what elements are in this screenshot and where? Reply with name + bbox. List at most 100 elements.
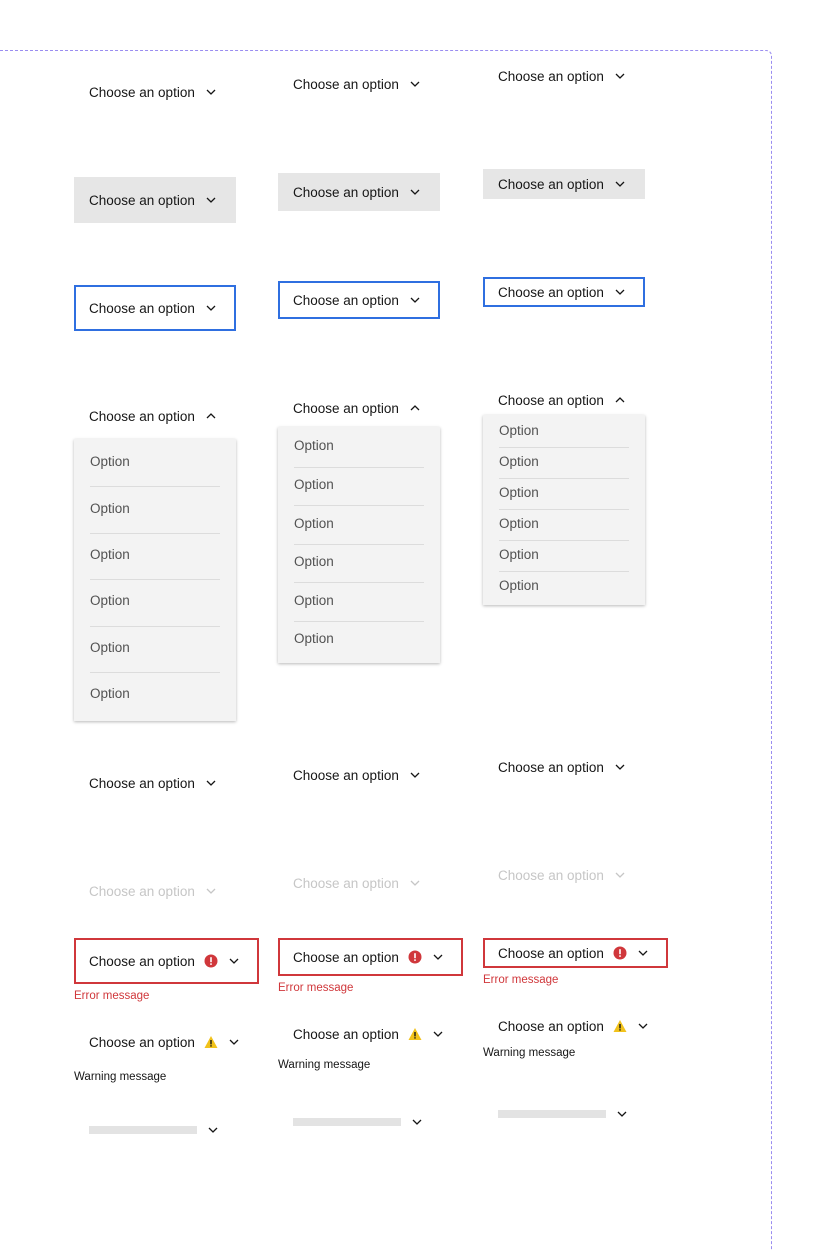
chevron-down-icon: [613, 868, 627, 882]
skeleton-placeholder: [293, 1118, 401, 1126]
option-divider: [90, 579, 220, 581]
option-divider: [499, 478, 629, 479]
skeleton-placeholder: [498, 1110, 606, 1118]
dropdown-label: Choose an option: [293, 76, 399, 92]
dropdown-default-medium[interactable]: Choose an option: [278, 65, 437, 103]
warning-filled-icon: [613, 1019, 627, 1033]
dropdown-option[interactable]: Option: [499, 454, 539, 469]
option-divider: [499, 509, 629, 510]
dropdown-default-small[interactable]: Choose an option: [483, 61, 642, 91]
skeleton-placeholder: [89, 1126, 197, 1134]
error-filled-icon: [204, 954, 218, 968]
dropdown-hover-small[interactable]: Choose an option: [483, 169, 645, 199]
warning-message: Warning message: [483, 1047, 576, 1059]
error-message: Error message: [74, 990, 150, 1002]
dropdown-error-large[interactable]: Choose an option: [74, 938, 259, 984]
dropdown-option[interactable]: Option: [499, 547, 539, 562]
warning-message: Warning message: [278, 1059, 371, 1071]
chevron-down-icon: [204, 193, 218, 207]
dropdown-label: Choose an option: [498, 68, 604, 84]
dropdown-label: Choose an option: [293, 292, 399, 308]
dropdown-skeleton-small: [483, 1099, 644, 1129]
chevron-down-icon: [431, 950, 445, 964]
option-divider: [90, 532, 220, 534]
chevron-down-icon: [408, 185, 422, 199]
dropdown-selected-small[interactable]: Choose an option: [483, 752, 642, 782]
dropdown-warning-medium[interactable]: Choose an option: [278, 1015, 460, 1053]
dropdown-label: Choose an option: [89, 775, 195, 791]
dropdown-option[interactable]: Option: [499, 485, 539, 500]
dropdown-option[interactable]: Option: [90, 547, 130, 562]
chevron-down-icon: [204, 85, 218, 99]
chevron-down-icon: [615, 1107, 629, 1121]
dropdown-menu-large: Option Option Option Option Option Option: [74, 439, 236, 722]
dropdown-default-large[interactable]: Choose an option: [74, 69, 233, 115]
option-divider: [294, 466, 424, 468]
chevron-down-icon: [408, 77, 422, 91]
dropdown-option[interactable]: Option: [294, 516, 334, 531]
dropdown-label: Choose an option: [498, 1018, 604, 1034]
dropdown-disabled-medium: Choose an option: [278, 864, 437, 902]
dropdown-label: Choose an option: [293, 875, 399, 891]
dropdown-hover-large[interactable]: Choose an option: [74, 177, 236, 223]
dropdown-warning-large[interactable]: Choose an option: [74, 1019, 256, 1065]
dropdown-label: Choose an option: [89, 1034, 195, 1050]
dropdown-menu-medium: Option Option Option Option Option Option: [278, 427, 440, 663]
error-message: Error message: [483, 974, 559, 986]
dropdown-option[interactable]: Option: [294, 554, 334, 569]
chevron-down-icon: [408, 768, 422, 782]
dropdown-option[interactable]: Option: [499, 516, 539, 531]
warning-filled-icon: [204, 1035, 218, 1049]
option-divider: [294, 543, 424, 545]
dropdown-option[interactable]: Option: [499, 578, 539, 593]
dropdown-option[interactable]: Option: [90, 501, 130, 516]
dropdown-label: Choose an option: [498, 759, 604, 775]
option-divider: [90, 486, 220, 488]
dropdown-option[interactable]: Option: [294, 477, 334, 492]
dropdown-option[interactable]: Option: [294, 593, 334, 608]
dropdown-label: Choose an option: [293, 1026, 399, 1042]
dropdown-error-small[interactable]: Choose an option: [483, 938, 668, 968]
option-divider: [90, 625, 220, 627]
dropdown-open-medium[interactable]: Choose an option: [278, 389, 437, 427]
dropdown-label: Choose an option: [293, 767, 399, 783]
dropdown-label: Choose an option: [293, 400, 399, 416]
dropdown-option[interactable]: Option: [499, 423, 539, 438]
error-filled-icon: [408, 950, 422, 964]
dropdown-option[interactable]: Option: [90, 454, 130, 469]
chevron-down-icon: [204, 301, 218, 315]
chevron-down-icon: [613, 285, 627, 299]
dropdown-label: Choose an option: [89, 84, 195, 100]
dropdown-option[interactable]: Option: [294, 631, 334, 646]
chevron-down-icon: [204, 884, 218, 898]
dropdown-focus-large[interactable]: Choose an option: [74, 285, 236, 331]
dropdown-error-medium[interactable]: Choose an option: [278, 938, 463, 976]
dropdown-option[interactable]: Option: [90, 640, 130, 655]
chevron-down-icon: [636, 946, 650, 960]
dropdown-open-large[interactable]: Choose an option: [74, 393, 233, 439]
dropdown-focus-medium[interactable]: Choose an option: [278, 281, 440, 319]
chevron-down-icon: [431, 1027, 445, 1041]
error-filled-icon: [613, 946, 627, 960]
dropdown-label: Choose an option: [89, 192, 195, 208]
warning-filled-icon: [408, 1027, 422, 1041]
dropdown-focus-small[interactable]: Choose an option: [483, 277, 645, 307]
dropdown-warning-small[interactable]: Choose an option: [483, 1011, 665, 1041]
dropdown-label: Choose an option: [498, 392, 604, 408]
chevron-up-icon: [613, 393, 627, 407]
dropdown-hover-medium[interactable]: Choose an option: [278, 173, 440, 211]
dropdown-selected-medium[interactable]: Choose an option: [278, 756, 437, 794]
error-message: Error message: [278, 982, 354, 994]
option-divider: [499, 540, 629, 541]
dropdown-open-small[interactable]: Choose an option: [483, 385, 642, 415]
chevron-down-icon: [613, 69, 627, 83]
option-divider: [294, 505, 424, 507]
dropdown-option[interactable]: Option: [294, 438, 334, 453]
chevron-up-icon: [204, 409, 218, 423]
option-divider: [294, 582, 424, 584]
warning-message: Warning message: [74, 1071, 167, 1083]
dropdown-label: Choose an option: [89, 953, 195, 969]
dropdown-selected-large[interactable]: Choose an option: [74, 760, 233, 806]
dropdown-option[interactable]: Option: [90, 686, 130, 701]
dropdown-option[interactable]: Option: [90, 593, 130, 608]
